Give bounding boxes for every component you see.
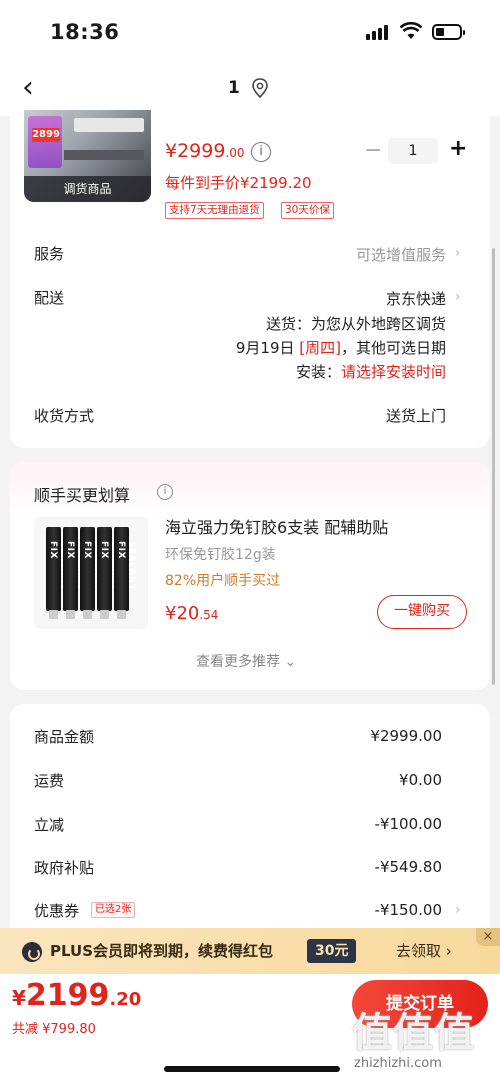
service-value[interactable]: 可选增值服务 (356, 244, 446, 265)
status-time: 18:36 (50, 20, 120, 44)
summary-label-subsidy: 政府补贴 (34, 859, 95, 877)
plus-banner-text: PLUS会员即将到期，续费得红包 (50, 942, 274, 960)
plus-redpacket-amount: 30元 (307, 939, 357, 963)
recommend-item-spec: 环保免钉胶12g装 (165, 547, 276, 563)
summary-label-coupon: 优惠券 (34, 902, 80, 920)
delivery-carrier[interactable]: 京东快递 (386, 288, 446, 309)
plus-claim-link[interactable]: 去领取 › (396, 940, 452, 961)
return-policy-tag: 支持7天无理由退货 (165, 202, 264, 219)
quantity-minus-button[interactable]: − (364, 138, 382, 163)
battery-icon (432, 24, 465, 40)
summary-value-goods: ¥2999.00 (370, 727, 442, 745)
checkout-bar: ¥2199.20 共减 ¥799.80 提交订单 值值值 zhizhizhi.c… (0, 974, 500, 1082)
site-watermark-url: zhizhizhi.com (354, 1056, 442, 1071)
site-watermark: 值值值 (352, 1009, 475, 1056)
delivery-chevron-icon[interactable]: › (455, 289, 461, 305)
quantity-plus-button[interactable]: + (449, 136, 467, 161)
more-recommend-link[interactable]: 查看更多推荐 ⌄ (196, 651, 296, 671)
scrollbar[interactable] (492, 248, 495, 685)
back-arrow-icon[interactable]: ‹ (22, 70, 34, 105)
coupon-selected-tag: 已选2张 (91, 902, 136, 918)
plus-renew-banner[interactable]: PLUS会员即将到期，续费得红包 30元 去领取 › × (0, 928, 500, 974)
install-time[interactable]: 安装：请选择安装时间 (296, 361, 446, 382)
summary-value-coupon[interactable]: -¥150.00 (375, 901, 442, 919)
receive-method-value[interactable]: 送货上门 (386, 405, 446, 426)
transfer-goods-badge: 调货商品 (24, 176, 151, 202)
coupon-chevron-icon[interactable]: › (455, 902, 461, 918)
service-label: 服务 (34, 245, 65, 263)
home-indicator[interactable] (164, 1066, 340, 1072)
service-chevron-icon[interactable]: › (455, 245, 461, 261)
recommend-item-price: ¥20.54 (165, 603, 219, 624)
location-pin-icon[interactable] (251, 78, 269, 98)
summary-label-goods: 商品金额 (34, 728, 95, 746)
product-image[interactable]: 2899 调货商品 (24, 110, 151, 202)
summary-value-discount: -¥100.00 (374, 815, 442, 833)
summary-label-discount: 立减 (34, 816, 65, 834)
nav-item-count: 1 (228, 78, 240, 98)
recommend-title: 顺手买更划算 (34, 486, 131, 505)
summary-value-shipping: ¥0.00 (399, 771, 442, 789)
delivery-ship-info: 送货：为您从外地跨区调货 (265, 315, 446, 333)
recommend-item-name[interactable]: 海立强力免钉胶6支装 配辅助贴 (165, 514, 388, 538)
summary-value-subsidy: -¥549.80 (374, 858, 442, 876)
cellular-signal-icon (366, 24, 392, 40)
product-price: ¥2999.00 (165, 140, 245, 162)
recommend-info-icon[interactable]: i (157, 484, 173, 500)
wifi-icon (400, 22, 422, 39)
nav-bar: ‹ 1 (0, 62, 500, 116)
hand-price: 每件到手价¥2199.20 (165, 174, 312, 192)
glue-product-image[interactable]: SEALANT FIX SEALANT FIX SEALANT FIX SEAL… (34, 517, 148, 629)
quantity-value[interactable]: 1 (388, 138, 438, 164)
status-bar: 18:36 (0, 0, 500, 62)
price-protect-tag: 30天价保 (281, 202, 334, 219)
recommend-item-buyers: 82%用户顺手买过 (165, 573, 281, 589)
summary-label-shipping: 运费 (34, 772, 65, 790)
one-click-buy-button[interactable]: 一键购买 (377, 595, 467, 629)
price-tag-graphic: 2899 (32, 128, 60, 142)
delivery-label: 配送 (34, 289, 65, 307)
total-price: ¥2199.20 (12, 978, 142, 1013)
close-icon[interactable]: × (476, 928, 500, 946)
price-info-icon[interactable]: i (251, 142, 271, 162)
total-saved: 共减 ¥799.80 (12, 1022, 96, 1037)
delivery-date[interactable]: 9月19日 [周四]，其他可选日期 (236, 337, 446, 358)
plus-logo-icon (22, 942, 42, 962)
receive-method-label: 收货方式 (34, 407, 95, 425)
